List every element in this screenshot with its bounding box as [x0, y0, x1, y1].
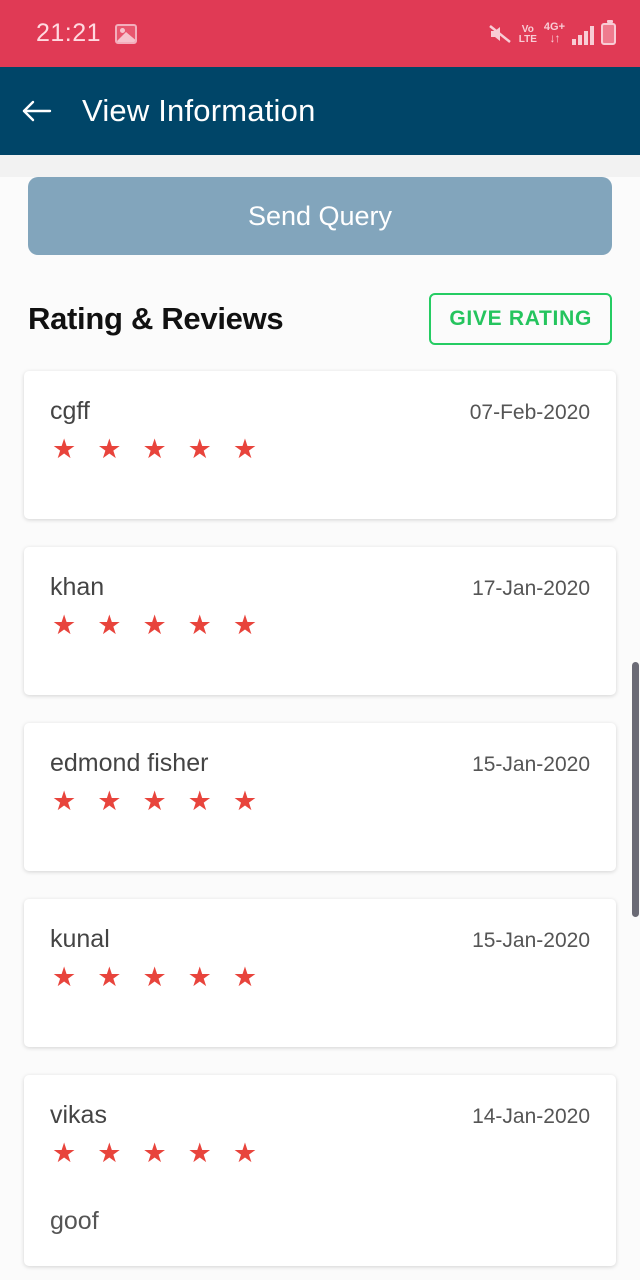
send-query-button[interactable]: Send Query [28, 177, 612, 255]
status-bar-left: 21:21 [36, 19, 138, 48]
star-icon: ★ [52, 1138, 77, 1168]
star-icon: ★ [187, 610, 212, 640]
star-icon: ★ [97, 1138, 122, 1168]
review-card-header: cgff 07-Feb-2020 [50, 397, 590, 426]
network-arrows: ↓↑ [549, 31, 560, 45]
app-bar: View Information [0, 67, 640, 155]
star-icon: ★ [232, 962, 258, 992]
review-card-header: khan 17-Jan-2020 [50, 573, 590, 602]
star-icon: ★ [142, 1138, 167, 1168]
star-icon: ★ [52, 610, 77, 640]
scrollbar-thumb[interactable] [632, 662, 639, 917]
star-icon: ★ [97, 962, 122, 992]
review-card-header: vikas 14-Jan-2020 [50, 1101, 590, 1130]
star-rating: ★ ★ ★ ★ ★ [50, 964, 590, 991]
reviews-section-title: Rating & Reviews [28, 301, 284, 336]
star-icon: ★ [52, 786, 77, 816]
star-icon: ★ [142, 434, 167, 464]
star-icon: ★ [97, 610, 122, 640]
status-clock: 21:21 [36, 19, 102, 47]
review-card-header: edmond fisher 15-Jan-2020 [50, 749, 590, 778]
review-card[interactable]: khan 17-Jan-2020 ★ ★ ★ ★ ★ [24, 547, 616, 695]
reviewer-name: vikas [50, 1101, 107, 1129]
star-icon: ★ [232, 434, 258, 464]
status-bar-right: Vo LTE 4G+ ↓↑ [488, 20, 616, 45]
reviewer-name: cgff [50, 397, 90, 425]
status-bar: 21:21 Vo LTE 4G+ ↓↑ [0, 0, 640, 67]
page-title: View Information [82, 93, 316, 128]
back-arrow-icon[interactable] [14, 89, 58, 133]
star-icon: ★ [52, 434, 77, 464]
review-card[interactable]: kunal 15-Jan-2020 ★ ★ ★ ★ ★ [24, 899, 616, 1047]
star-icon: ★ [142, 786, 167, 816]
review-card[interactable]: cgff 07-Feb-2020 ★ ★ ★ ★ ★ [24, 371, 616, 519]
star-rating: ★ ★ ★ ★ ★ [50, 1140, 590, 1167]
reviewer-name: kunal [50, 925, 110, 953]
review-card[interactable]: edmond fisher 15-Jan-2020 ★ ★ ★ ★ ★ [24, 723, 616, 871]
reviewer-name: khan [50, 573, 105, 601]
give-rating-button[interactable]: GIVE RATING [429, 293, 612, 345]
star-icon: ★ [187, 786, 212, 816]
star-icon: ★ [187, 434, 212, 464]
star-icon: ★ [187, 962, 212, 992]
star-rating: ★ ★ ★ ★ ★ [50, 788, 590, 815]
review-card-header: kunal 15-Jan-2020 [50, 925, 590, 954]
battery-icon [601, 20, 616, 45]
network-type-icon: 4G+ ↓↑ [544, 22, 565, 45]
send-query-label: Send Query [247, 200, 393, 231]
review-date: 07-Feb-2020 [469, 401, 590, 424]
star-icon: ★ [142, 610, 167, 640]
volume-mute-icon [488, 23, 512, 45]
review-date: 15-Jan-2020 [472, 753, 590, 776]
review-list: cgff 07-Feb-2020 ★ ★ ★ ★ ★ khan 17-Jan-2020 ★ ★ ★ ★ ★… [0, 371, 640, 1266]
star-icon: ★ [97, 786, 122, 816]
review-date: 15-Jan-2020 [472, 929, 590, 952]
volte-icon: Vo LTE [519, 25, 537, 45]
review-text: goof [50, 1207, 99, 1235]
star-icon: ★ [232, 610, 258, 640]
star-rating: ★ ★ ★ ★ ★ [50, 612, 590, 639]
review-date: 17-Jan-2020 [472, 577, 590, 600]
vertical-scrollbar[interactable] [632, 332, 640, 1280]
star-icon: ★ [97, 434, 122, 464]
signal-bars-icon [572, 25, 594, 45]
volte-bottom: LTE [518, 34, 537, 45]
star-icon: ★ [52, 962, 77, 992]
photo-icon [115, 23, 138, 44]
star-icon: ★ [187, 1138, 212, 1168]
star-rating: ★ ★ ★ ★ ★ [50, 436, 590, 463]
review-card[interactable]: vikas 14-Jan-2020 ★ ★ ★ ★ ★ goof [24, 1075, 616, 1266]
reviews-section-header: Rating & Reviews GIVE RATING [0, 255, 640, 345]
star-icon: ★ [232, 1138, 258, 1168]
review-date: 14-Jan-2020 [472, 1105, 590, 1128]
main-content: Send Query Rating & Reviews GIVE RATING … [0, 177, 640, 1280]
star-icon: ★ [232, 786, 258, 816]
star-icon: ★ [142, 962, 167, 992]
reviewer-name: edmond fisher [50, 749, 209, 777]
